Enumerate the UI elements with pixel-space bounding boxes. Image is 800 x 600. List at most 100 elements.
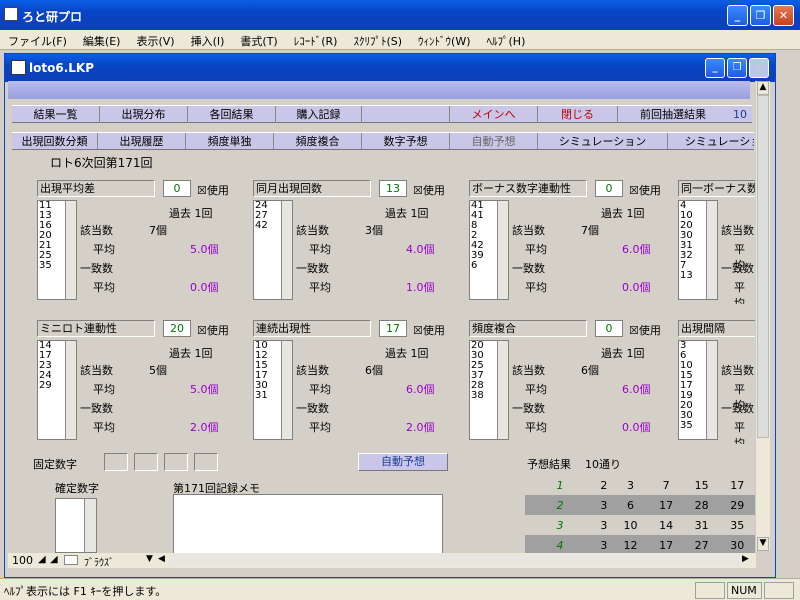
list-scrollbar[interactable] — [281, 201, 292, 299]
panel-weight-input[interactable]: 20 — [163, 320, 191, 337]
scroll-left-icon[interactable]: ◀ — [158, 554, 165, 564]
history-button[interactable]: 出現履歴 — [98, 133, 186, 149]
use-checkbox[interactable]: ☒使用 — [197, 182, 229, 198]
maximize-button[interactable]: ❐ — [750, 5, 771, 26]
match-count-label: 該当数 — [80, 364, 113, 377]
zoom-out-icon[interactable]: ◢ — [38, 554, 46, 565]
list-scrollbar[interactable] — [706, 341, 717, 439]
menu-view[interactable]: 表示(V) — [128, 30, 182, 49]
browse-mode[interactable]: ﾌﾞﾗｳｽﾞ — [84, 554, 114, 569]
panel-number-list[interactable]: 20 30 25 37 28 38 — [469, 340, 509, 440]
freq-combined-button[interactable]: 頻度複合 — [274, 133, 362, 149]
fixed-number-box[interactable] — [194, 453, 218, 471]
menu-window[interactable]: ｳｨﾝﾄﾞｳ(W) — [410, 30, 478, 49]
fixed-number-box[interactable] — [104, 453, 128, 471]
panel-number-list[interactable]: 41 41 8 2 42 39 6 — [469, 200, 509, 300]
minimize-button[interactable]: _ — [727, 5, 748, 26]
memo-textarea[interactable] — [173, 494, 443, 554]
draw-results-button[interactable]: 各回結果 — [188, 106, 276, 123]
distribution-button[interactable]: 出現分布 — [100, 106, 188, 123]
frequency-class-button[interactable]: 出現回数分類 — [12, 133, 98, 149]
list-scrollbar[interactable] — [706, 201, 717, 299]
panel-weight-input[interactable]: 13 — [379, 180, 407, 197]
match-count-value: 6個 — [581, 364, 599, 377]
freq-single-button[interactable]: 頻度単独 — [186, 133, 274, 149]
match-count-value: 7個 — [581, 224, 599, 237]
simulation-button[interactable]: シミュレーション — [538, 133, 668, 149]
table-row: 1 2 3 7 15 17 — [525, 475, 755, 495]
use-checkbox[interactable]: ☒使用 — [197, 322, 229, 338]
use-checkbox[interactable]: ☒使用 — [629, 322, 661, 338]
use-checkbox[interactable]: ☒使用 — [629, 182, 661, 198]
child-close-button[interactable]: ✕ — [749, 58, 769, 78]
panel-number-list[interactable]: 24 27 42 — [253, 200, 293, 300]
list-scrollbar[interactable] — [281, 341, 292, 439]
view-mode-icon[interactable] — [64, 555, 78, 565]
close-form-button[interactable]: 閉じる — [538, 106, 618, 123]
panel-number-list[interactable]: 14 17 23 24 29 — [37, 340, 77, 440]
list-scrollbar[interactable] — [497, 341, 508, 439]
panel-weight-input[interactable]: 0 — [595, 320, 623, 337]
scroll-up-icon[interactable]: ▲ — [757, 81, 769, 95]
next-draw-heading: ロト6次回第171回 — [50, 156, 153, 170]
average-label: 平均 — [309, 243, 331, 256]
forecast-number: 17 — [730, 478, 745, 492]
list-scrollbar[interactable] — [497, 201, 508, 299]
auto-forecast-tab-button[interactable]: 自動予想 — [450, 133, 538, 149]
zoom-level[interactable]: 100 — [12, 554, 33, 567]
panel-weight-input[interactable]: 0 — [163, 180, 191, 197]
panel-title: 出現間隔 — [678, 320, 755, 337]
list-scrollbar[interactable] — [65, 341, 76, 439]
confirmed-scrollbar[interactable] — [84, 499, 96, 552]
results-list-button[interactable]: 結果一覧 — [12, 106, 100, 123]
menu-format[interactable]: 書式(T) — [232, 30, 285, 49]
main-button[interactable]: メインへ — [450, 106, 538, 123]
panel-weight-input[interactable]: 17 — [379, 320, 407, 337]
fixed-number-box[interactable] — [134, 453, 158, 471]
hit-count-label: 一致数 — [296, 402, 329, 415]
menu-record[interactable]: ﾚｺｰﾄﾞ(R) — [286, 30, 346, 49]
panel-title: 同一ボーナス数 — [678, 180, 755, 197]
number-forecast-button[interactable]: 数字予想 — [362, 133, 450, 149]
confirmed-numbers-list[interactable] — [55, 498, 97, 553]
average-value: 0.0個 — [622, 421, 651, 434]
panel-number-list[interactable]: 3 6 10 15 17 19 20 30 35 — [678, 340, 718, 440]
panel-number-list[interactable]: 11 13 16 20 21 25 35 — [37, 200, 77, 300]
previous-draw-button[interactable]: 前回抽選結果 — [618, 106, 728, 123]
scroll-right-icon[interactable]: ▶ — [742, 554, 749, 564]
forecast-number: 3 — [600, 538, 608, 552]
table-row: 4 3 12 17 27 30 — [525, 535, 755, 555]
scroll-thumb[interactable] — [757, 95, 769, 438]
menu-script[interactable]: ｽｸﾘﾌﾟﾄ(S) — [345, 30, 410, 49]
menu-edit[interactable]: 編集(E) — [75, 30, 129, 49]
fixed-number-box[interactable] — [164, 453, 188, 471]
child-maximize-button[interactable]: ❐ — [727, 58, 747, 78]
panel-number-list[interactable]: 4 10 20 30 31 32 7 13 — [678, 200, 718, 300]
forecast-number: 27 — [694, 538, 709, 552]
purchase-record-button[interactable]: 購入記録 — [276, 106, 362, 123]
auto-forecast-button[interactable]: 自動予想 — [358, 453, 448, 471]
panel-number-list[interactable]: 10 12 15 17 30 31 — [253, 340, 293, 440]
use-checkbox[interactable]: ☒使用 — [413, 182, 445, 198]
menu-insert[interactable]: 挿入(I) — [183, 30, 233, 49]
analysis-panel: 頻度複合 0 ☒使用 20 30 25 37 28 38 過去 1回 該当数 6個 平均 6.0個 一致数平… — [469, 320, 679, 444]
close-button[interactable]: ✕ — [773, 5, 794, 26]
menu-file[interactable]: ファイル(F) — [0, 30, 75, 49]
list-scrollbar[interactable] — [65, 201, 76, 299]
previous-draw-number: 10 — [733, 108, 747, 121]
vertical-scrollbar[interactable]: ▲ ▼ — [755, 81, 770, 551]
child-minimize-button[interactable]: _ — [705, 58, 725, 78]
blank-button[interactable] — [362, 106, 450, 123]
mode-dropdown-icon[interactable]: ▼ — [146, 554, 153, 564]
zoom-in-icon[interactable]: ◢ — [50, 554, 58, 565]
scroll-down-icon[interactable]: ▼ — [757, 537, 769, 551]
forecast-number: 15 — [694, 478, 709, 492]
forecast-number: 3 — [627, 478, 635, 492]
menu-help[interactable]: ﾍﾙﾌﾟ(H) — [479, 30, 534, 49]
use-checkbox[interactable]: ☒使用 — [413, 322, 445, 338]
simulation-button-2[interactable]: シミュレーショ — [668, 133, 754, 149]
panel-weight-input[interactable]: 0 — [595, 180, 623, 197]
forecast-number: 2 — [600, 478, 608, 492]
horizontal-scrollbar[interactable] — [170, 554, 740, 566]
average-value: 1.0個 — [406, 281, 435, 294]
